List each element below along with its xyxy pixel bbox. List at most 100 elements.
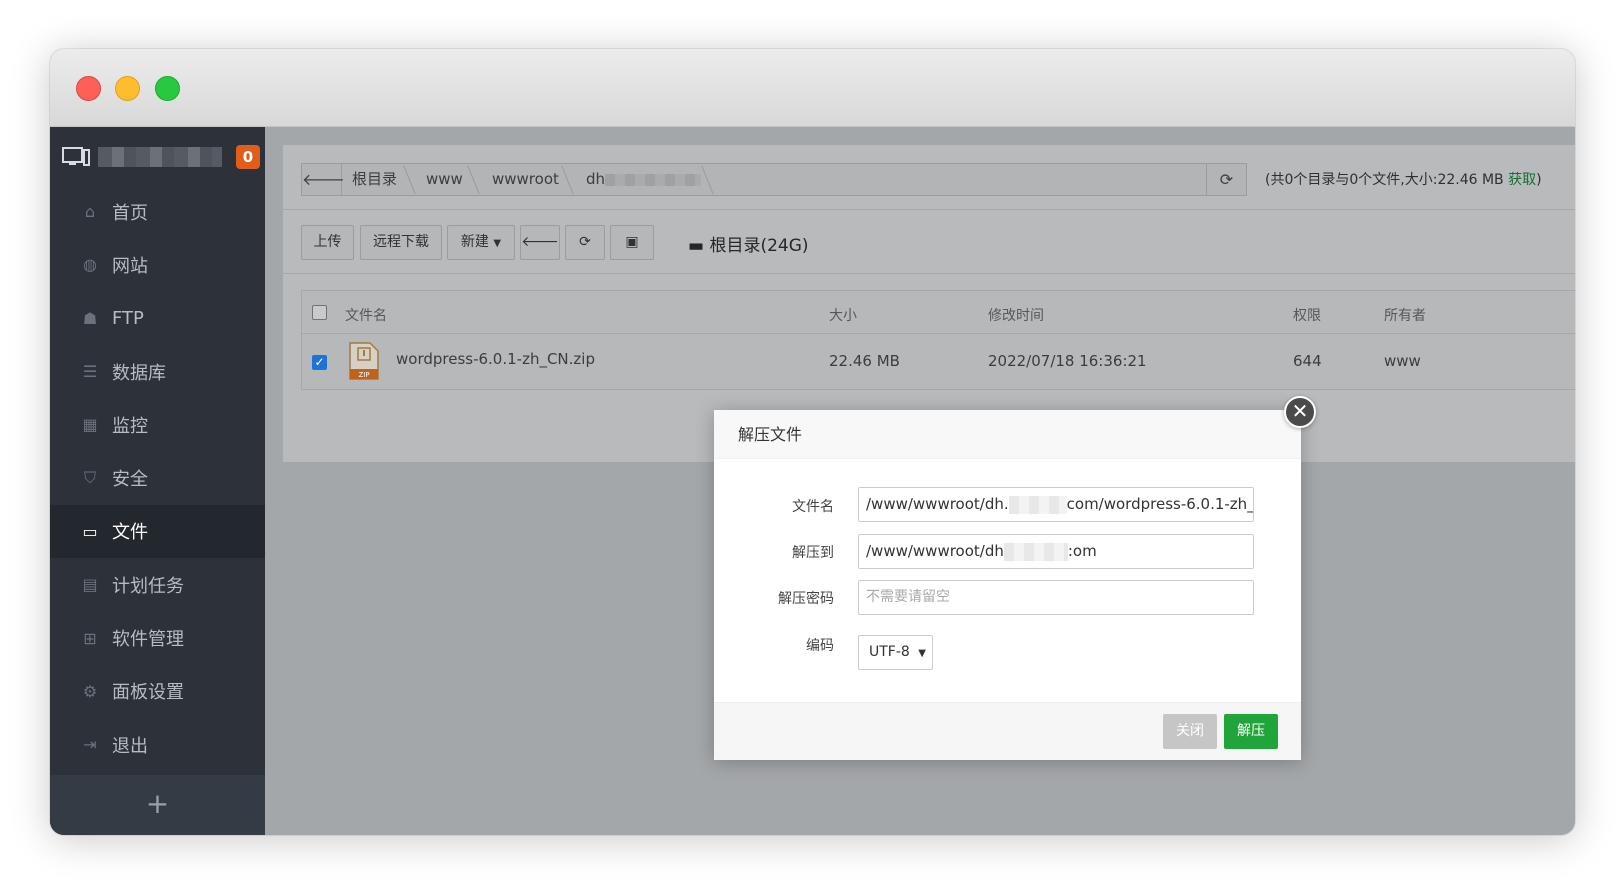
folder-icon: ▭	[82, 521, 98, 541]
sidebar-item-label: 监控	[112, 415, 148, 437]
close-window-button[interactable]	[76, 76, 101, 101]
chevron-down-icon: ▼	[918, 648, 926, 659]
encoding-label: 编码	[806, 638, 834, 654]
column-header-mtime[interactable]: 修改时间	[988, 305, 1044, 325]
minimize-window-button[interactable]	[115, 76, 140, 101]
arrow-left-icon: 🡐	[302, 170, 345, 189]
sidebar-item-label: 文件	[112, 522, 148, 544]
breadcrumb-site[interactable]: dh	[586, 164, 702, 195]
disk-label: 根目录(24G)	[709, 236, 809, 256]
sidebar-item-label: 计划任务	[112, 575, 184, 597]
svg-text:ZIP: ZIP	[358, 371, 369, 379]
redacted-text	[605, 173, 702, 186]
sidebar-item-settings[interactable]: ⚙ 面板设置	[50, 665, 265, 718]
column-header-owner[interactable]: 所有者	[1384, 305, 1426, 325]
cancel-button[interactable]: 关闭	[1163, 714, 1217, 749]
apps-icon: ⊞	[83, 628, 97, 648]
sidebar-item-label: 数据库	[112, 362, 166, 384]
path-back-button[interactable]: 🡐	[302, 164, 345, 195]
select-all-checkbox[interactable]	[312, 305, 327, 320]
remote-download-button[interactable]: 远程下载	[360, 225, 442, 260]
filename-prefix: /www/wwwroot/dh.	[866, 495, 1009, 513]
back-button[interactable]: 🡐	[520, 225, 560, 260]
dialog-title: 解压文件	[714, 410, 1301, 459]
terminal-button[interactable]: ▣	[610, 225, 654, 260]
path-refresh-button[interactable]: ⟳	[1207, 163, 1247, 196]
logout-icon: ⇥	[83, 735, 97, 755]
sidebar-item-cron[interactable]: ▤ 计划任务	[50, 558, 265, 611]
destination-suffix: :om	[1067, 542, 1097, 560]
sidebar-item-label: 软件管理	[112, 629, 184, 651]
column-header-name[interactable]: 文件名	[345, 305, 387, 325]
sidebar-item-home[interactable]: ⌂ 首页	[50, 185, 265, 238]
add-button[interactable]: +	[50, 775, 265, 835]
redacted-text	[1008, 495, 1067, 514]
filename-input[interactable]: /www/wwwroot/dh. com/wordpress-6.0.1-zh_C…	[858, 487, 1254, 522]
upload-button[interactable]: 上传	[301, 225, 354, 260]
new-dropdown-button[interactable]: 新建 ▼	[447, 225, 515, 260]
gear-icon: ⚙	[82, 681, 98, 701]
file-name[interactable]: wordpress-6.0.1-zh_CN.zip	[396, 350, 595, 368]
sidebar-item-ftp[interactable]: ☗ FTP	[50, 292, 265, 345]
sidebar-item-monitor[interactable]: ▦ 监控	[50, 398, 265, 451]
refresh-icon: ⟳	[579, 234, 591, 250]
disk-selector[interactable]: ▬ 根目录(24G)	[688, 231, 809, 256]
fetch-size-link[interactable]: 获取	[1508, 172, 1536, 188]
sidebar-item-label: 安全	[112, 469, 148, 491]
sidebar-item-security[interactable]: ⛉ 安全	[50, 451, 265, 504]
password-label: 解压密码	[778, 591, 834, 607]
sidebar-item-label: FTP	[112, 307, 144, 329]
file-owner[interactable]: www	[1384, 352, 1421, 370]
server-name-redacted	[98, 147, 222, 167]
sidebar-item-website[interactable]: ◍ 网站	[50, 238, 265, 291]
table-header: 文件名 大小 修改时间 权限 所有者	[302, 291, 1575, 334]
extract-button[interactable]: 解压	[1224, 714, 1278, 749]
destination-label: 解压到	[792, 545, 834, 561]
extract-dialog: 解压文件 文件名 /www/wwwroot/dh. com/wordpress-6…	[714, 410, 1301, 760]
notification-badge[interactable]: 0	[236, 145, 260, 169]
row-checkbox[interactable]: ✓	[312, 355, 327, 370]
file-permission[interactable]: 644	[1293, 352, 1322, 370]
new-button-label: 新建	[460, 234, 489, 250]
sidebar-nav: ⌂ 首页 ◍ 网站 ☗ FTP ☰ 数据库 ▦ 监控 ⛉ 安全 ▭ 文件 ▤ 计划任务 ⊞ 软件管…	[50, 185, 265, 771]
filename-label: 文件名	[792, 499, 834, 515]
destination-input[interactable]: /www/wwwroot/dh:om	[858, 534, 1254, 569]
breadcrumb-site-label: dh	[586, 170, 606, 188]
sidebar-item-database[interactable]: ☰ 数据库	[50, 345, 265, 398]
ftp-icon: ☗	[82, 308, 98, 328]
database-icon: ☰	[82, 362, 98, 382]
dialog-footer: 关闭 解压	[714, 702, 1301, 760]
globe-icon: ◍	[83, 255, 97, 275]
encoding-select[interactable]: UTF-8 ▼	[858, 635, 933, 670]
terminal-icon: ▣	[625, 234, 639, 250]
sidebar-header: 0	[50, 127, 265, 185]
directory-summary-text: (共0个目录与0个文件,大小:22.46 MB	[1265, 172, 1509, 188]
home-icon: ⌂	[84, 202, 96, 222]
monitor-chart-icon: ▦	[82, 415, 98, 435]
sidebar-item-files[interactable]: ▭ 文件	[50, 504, 265, 559]
password-input[interactable]: 不需要请留空	[858, 580, 1254, 615]
encoding-value: UTF-8	[869, 644, 910, 660]
zoom-window-button[interactable]	[155, 76, 180, 101]
sidebar: 0 ⌂ 首页 ◍ 网站 ☗ FTP ☰ 数据库 ▦ 监控 ⛉ 安全 ▭ 文件 ▤ 计划任务 ⊞ 软…	[50, 127, 265, 835]
file-mtime: 2022/07/18 16:36:21	[988, 352, 1147, 370]
sidebar-item-software[interactable]: ⊞ 软件管理	[50, 611, 265, 664]
window-titlebar	[50, 49, 1575, 127]
sidebar-item-label: 首页	[112, 202, 148, 224]
directory-summary-close: )	[1536, 172, 1542, 188]
column-header-permission[interactable]: 权限	[1293, 305, 1321, 325]
table-row[interactable]: ✓ ZIP wordpress-6.0.1-zh_CN.zip 22.46 MB…	[302, 334, 1575, 390]
file-table: 文件名 大小 修改时间 权限 所有者 ✓ ZIP wordpress-6.0.1…	[301, 290, 1575, 390]
directory-summary: (共0个目录与0个文件,大小:22.46 MB 获取)	[1265, 169, 1542, 189]
calendar-icon: ▤	[82, 575, 98, 595]
shield-icon: ⛉	[83, 468, 96, 488]
refresh-button[interactable]: ⟳	[565, 225, 605, 260]
disk-icon: ▬	[688, 236, 705, 256]
dialog-close-icon[interactable]: ✕	[1284, 396, 1316, 428]
zip-file-icon: ZIP	[349, 342, 379, 380]
sidebar-item-logout[interactable]: ⇥ 退出	[50, 718, 265, 771]
breadcrumb-root[interactable]: 根目录	[352, 164, 397, 195]
column-header-size[interactable]: 大小	[829, 305, 857, 325]
filename-suffix: com/wordpress-6.0.1-zh_CI	[1066, 495, 1254, 513]
refresh-icon: ⟳	[1219, 170, 1234, 189]
